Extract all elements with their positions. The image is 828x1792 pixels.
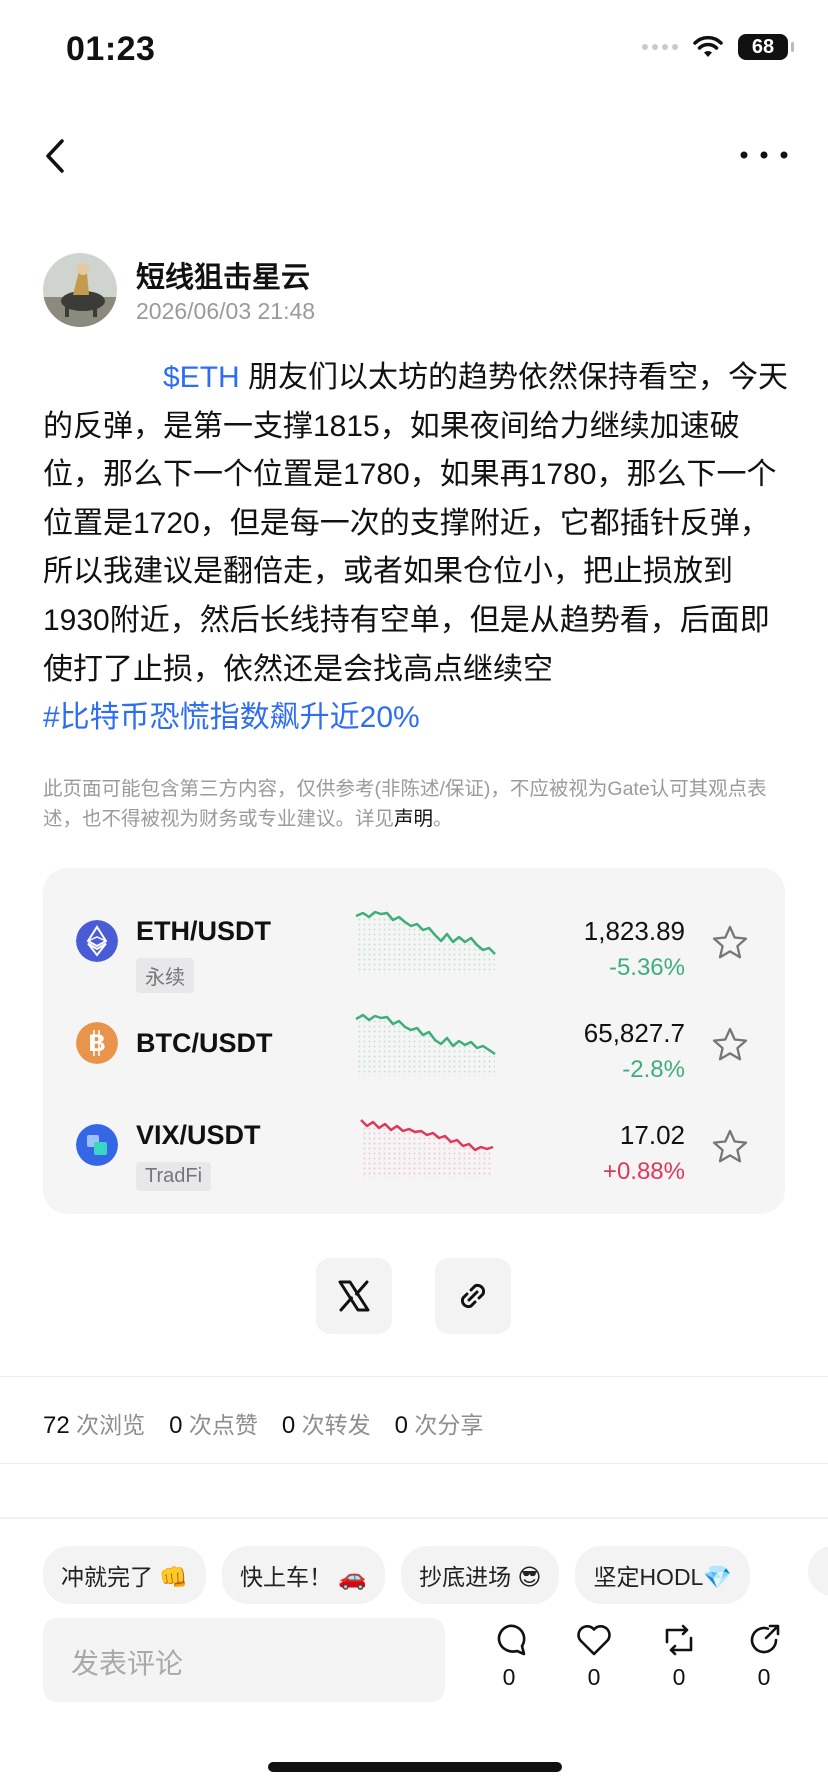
comment-input[interactable]: 发表评论 xyxy=(43,1618,445,1702)
avatar[interactable] xyxy=(43,253,117,327)
home-indicator[interactable] xyxy=(268,1762,562,1772)
hashtag-link[interactable]: #比特币恐慌指数飙升近20% xyxy=(43,701,420,734)
comment-button[interactable]: 0 xyxy=(484,1622,534,1691)
shares-label: 次分享 xyxy=(414,1412,484,1438)
market-row-eth[interactable]: ETH/USDT 永续 1,823.89 -5.36% xyxy=(43,908,785,1008)
ethereum-icon xyxy=(76,920,118,962)
quick-reply-chips: 冲就完了 👊 快上车！ 🚗 抄底进场 😎 坚定HODL💎 xyxy=(43,1546,750,1604)
bottom-bar-separator xyxy=(0,1517,828,1519)
pair-name: VIX/USDT xyxy=(136,1120,261,1150)
more-icon[interactable] xyxy=(736,140,792,170)
star-icon[interactable] xyxy=(711,924,749,962)
status-indicators: 68 xyxy=(642,34,794,60)
price: 1,823.89 xyxy=(583,916,685,946)
pair-name: BTC/USDT xyxy=(136,1028,273,1058)
svg-text:B: B xyxy=(88,1030,105,1057)
change-percent: -5.36% xyxy=(608,954,685,981)
ticker-link[interactable]: $ETH xyxy=(163,361,240,394)
reposts-count: 0 xyxy=(281,1412,296,1439)
quick-reply-chip[interactable]: 坚定HODL💎 xyxy=(575,1546,750,1604)
likes-count: 0 xyxy=(169,1412,183,1439)
like-button[interactable]: 0 xyxy=(569,1622,619,1691)
share-button[interactable]: 0 xyxy=(739,1622,789,1691)
post-content: $ETH 朋友们以太坊的趋势依然保持看空，今天的反弹，是第一支撑1815，如果夜… xyxy=(43,354,791,743)
sparkline-chart xyxy=(355,1013,496,1076)
post-timestamp: 2026/06/03 21:48 xyxy=(136,298,316,324)
star-icon[interactable] xyxy=(711,1128,749,1166)
star-icon[interactable] xyxy=(711,1026,749,1064)
signal-icon xyxy=(642,44,678,50)
quick-reply-chip[interactable]: 快上车！ 🚗 xyxy=(222,1546,386,1604)
contract-tag: 永续 xyxy=(136,958,194,993)
share-count: 0 xyxy=(757,1664,771,1690)
disclaimer: 此页面可能包含第三方内容，仅供参考(非陈述/保证)，不应被视为Gate认可其观点… xyxy=(43,774,783,834)
divider xyxy=(0,1463,828,1464)
comment-icon xyxy=(497,1624,526,1656)
views-count: 72 xyxy=(43,1412,70,1439)
like-count: 0 xyxy=(587,1664,601,1690)
quick-reply-chip[interactable]: 抄底进场 😎 xyxy=(401,1546,560,1604)
change-percent: +0.88% xyxy=(602,1158,685,1185)
heart-icon xyxy=(577,1625,611,1656)
change-percent: -2.8% xyxy=(622,1056,685,1083)
likes-label: 次点赞 xyxy=(188,1412,258,1438)
battery-icon: 68 xyxy=(738,34,794,60)
reposts-label: 次转发 xyxy=(301,1412,371,1438)
comment-placeholder: 发表评论 xyxy=(71,1648,184,1679)
post-stats: 72 次浏览 0 次点赞 0 次转发 0 次分享 xyxy=(43,1406,497,1440)
tradfi-tag: TradFi xyxy=(136,1162,212,1191)
link-icon xyxy=(460,1283,486,1309)
price: 17.02 xyxy=(619,1120,685,1150)
share-x-button[interactable] xyxy=(316,1258,392,1334)
vix-icon xyxy=(76,1124,118,1166)
author-name[interactable]: 短线狙击星云 xyxy=(136,254,310,296)
market-row-btc[interactable]: B BTC/USDT 65,827.7 -2.8% xyxy=(43,1010,785,1110)
x-logo-icon xyxy=(338,1280,370,1312)
repost-icon xyxy=(665,1624,693,1656)
sparkline-chart xyxy=(360,1119,494,1178)
repost-count: 0 xyxy=(672,1664,686,1690)
comment-count: 0 xyxy=(502,1664,516,1690)
post-text: 朋友们以太坊的趋势依然保持看空，今天的反弹，是第一支撑1815，如果夜间给力继续… xyxy=(43,361,789,686)
bitcoin-icon: B xyxy=(76,1022,118,1064)
sparkline-chart xyxy=(355,910,496,974)
status-time: 01:23 xyxy=(66,30,156,68)
disclaimer-end: 。 xyxy=(433,808,453,830)
market-card: ETH/USDT 永续 1,823.89 -5.36% B BTC/USDT 6… xyxy=(43,868,785,1214)
divider xyxy=(0,1376,828,1377)
wifi-icon xyxy=(693,35,723,57)
shares-count: 0 xyxy=(394,1412,408,1439)
pair-name: ETH/USDT xyxy=(136,916,271,946)
quick-reply-chip[interactable]: 冲就完了 👊 xyxy=(43,1546,207,1604)
price: 65,827.7 xyxy=(583,1018,685,1048)
views-label: 次浏览 xyxy=(76,1412,146,1438)
share-icon xyxy=(750,1624,780,1654)
repost-button[interactable]: 0 xyxy=(654,1622,704,1691)
market-row-vix[interactable]: VIX/USDT TradFi 17.02 +0.88% xyxy=(43,1112,785,1212)
back-icon[interactable] xyxy=(36,136,76,176)
quick-reply-chip-partial[interactable] xyxy=(808,1546,828,1596)
statement-link[interactable]: 声明 xyxy=(394,808,433,830)
copy-link-button[interactable] xyxy=(435,1258,511,1334)
